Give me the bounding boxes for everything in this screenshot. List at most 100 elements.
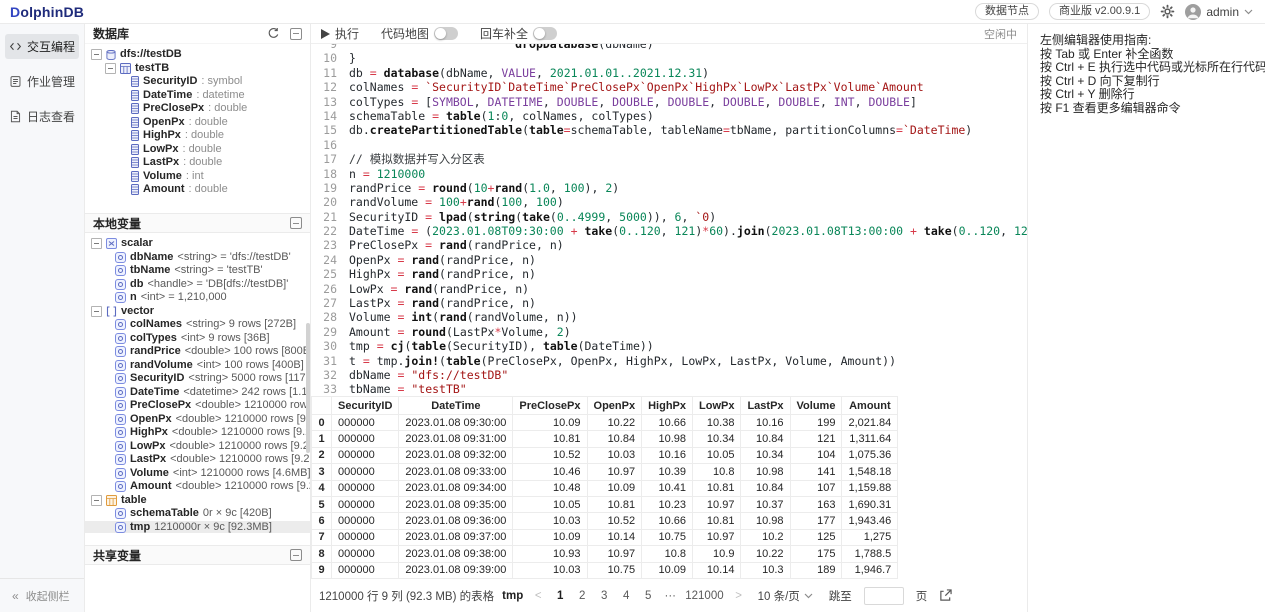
variable-item[interactable]: randPrice <double> 100 rows [800B]: [85, 345, 310, 359]
column-node[interactable]: Volume: int: [85, 170, 310, 184]
code-line[interactable]: 19 randPrice = round(10+rand(1.0, 100), 2…: [311, 181, 1027, 195]
variable-item[interactable]: randVolume <int> 100 rows [400B]: [85, 359, 310, 373]
column-header[interactable]: HighPx: [641, 396, 693, 415]
column-header[interactable]: LastPx: [740, 396, 791, 415]
variable-item[interactable]: HighPx <double> 1210000 rows [9.2MB]: [85, 426, 310, 440]
code-line[interactable]: 28 Volume = int(rand(randVolume, n)): [311, 310, 1027, 324]
autocomplete-toggle[interactable]: 回车补全: [480, 25, 558, 42]
edition-badge[interactable]: 商业版 v2.00.9.1: [1048, 3, 1151, 20]
code-line[interactable]: 26 LowPx = rand(randPrice, n): [311, 282, 1027, 296]
code-line[interactable]: 33 tbName = "testTB": [311, 382, 1027, 396]
variable-item[interactable]: dbName <string> = 'dfs://testDB': [85, 251, 310, 265]
column-header[interactable]: Volume: [789, 396, 843, 415]
table-row[interactable]: 3 000000 2023.01.08 09:33:00 10.46 10.97 10.3…: [311, 463, 899, 481]
variable-item[interactable]: LowPx <double> 1210000 rows [9.2MB]: [85, 440, 310, 454]
column-node[interactable]: SecurityID: symbol: [85, 75, 310, 89]
open-in-new-icon[interactable]: [939, 589, 952, 602]
page-size-select[interactable]: 10 条/页: [758, 588, 813, 604]
variable-section[interactable]: scalar: [85, 237, 310, 251]
table-row[interactable]: 5 000000 2023.01.08 09:35:00 10.05 10.81 10.2…: [311, 495, 899, 514]
refresh-icon[interactable]: [267, 27, 280, 40]
collapse-sidebar-button[interactable]: « 收起侧栏: [0, 578, 84, 612]
code-line[interactable]: 24 OpenPx = rand(randPrice, n): [311, 253, 1027, 267]
code-line[interactable]: 23 PreClosePx = rand(randPrice, n): [311, 238, 1027, 252]
table-row[interactable]: 0 000000 2023.01.08 09:30:00 10.09 10.22 10.6…: [311, 413, 899, 432]
jump-page-input[interactable]: [863, 586, 904, 605]
page-button-3[interactable]: 3: [597, 590, 611, 602]
code-line[interactable]: 20 randVolume = 100+rand(100, 100): [311, 195, 1027, 209]
collapse-panel-icon[interactable]: [290, 217, 302, 229]
table-row[interactable]: 9 000000 2023.01.08 09:39:00 10.03 10.75 10.0…: [311, 561, 899, 579]
nav-item-log-viewer[interactable]: 日志查看: [5, 104, 79, 129]
minimap-toggle[interactable]: 代码地图: [381, 25, 459, 42]
user-menu[interactable]: admin: [1185, 3, 1253, 20]
next-page-button[interactable]: >: [732, 590, 746, 602]
data-node-badge[interactable]: 数据节点: [974, 3, 1039, 20]
column-header[interactable]: DateTime: [398, 396, 514, 415]
collapse-node-icon[interactable]: [91, 305, 102, 317]
column-node[interactable]: PreClosePx: double: [85, 102, 310, 116]
code-line[interactable]: 30 tmp = cj(table(SecurityID), table(Date…: [311, 339, 1027, 353]
variable-item[interactable]: DateTime <datetime> 242 rows [1.1KB]: [85, 386, 310, 400]
variable-item[interactable]: SecurityID <string> 5000 rows [117.2KB]: [85, 372, 310, 386]
variable-item[interactable]: colTypes <int> 9 rows [36B]: [85, 332, 310, 346]
table-row[interactable]: 6 000000 2023.01.08 09:36:00 10.03 10.52 10.6…: [311, 512, 899, 530]
variable-item[interactable]: Amount <double> 1210000 rows [9.2MB]: [85, 480, 310, 494]
nav-item-interactive-programming[interactable]: 交互编程: [5, 34, 79, 59]
code-line[interactable]: 13 colTypes = [SYMBOL, DATETIME, DOUBLE, …: [311, 95, 1027, 109]
variable-item[interactable]: OpenPx <double> 1210000 rows [9.2MB]: [85, 413, 310, 427]
column-node[interactable]: LastPx: double: [85, 156, 310, 170]
variable-item[interactable]: db <handle> = 'DB[dfs://testDB]': [85, 278, 310, 292]
column-node[interactable]: Amount: double: [85, 183, 310, 197]
gear-icon[interactable]: [1160, 4, 1175, 19]
page-button-5[interactable]: 5: [641, 590, 655, 602]
code-line[interactable]: 27 LastPx = rand(randPrice, n): [311, 296, 1027, 310]
variable-item[interactable]: PreClosePx <double> 1210000 rows [9.2MB]: [85, 399, 310, 413]
code-line[interactable]: 9 dropDatabase(dbName): [311, 44, 1027, 51]
page-button-1[interactable]: 1: [553, 590, 567, 602]
collapse-node-icon[interactable]: [91, 238, 102, 250]
prev-page-button[interactable]: <: [531, 590, 545, 602]
nav-item-job-management[interactable]: 作业管理: [5, 69, 79, 94]
column-header[interactable]: SecurityID: [330, 396, 400, 415]
run-button[interactable]: 执行: [321, 25, 359, 42]
code-line[interactable]: 25 HighPx = rand(randPrice, n): [311, 267, 1027, 281]
column-node[interactable]: HighPx: double: [85, 129, 310, 143]
variable-item[interactable]: colNames <string> 9 rows [272B]: [85, 318, 310, 332]
variable-item[interactable]: tmp 1210000r × 9c [92.3MB]: [85, 520, 310, 533]
column-header[interactable]: PreClosePx: [512, 396, 588, 415]
collapse-panel-icon[interactable]: [290, 549, 302, 561]
column-header[interactable]: OpenPx: [586, 396, 643, 415]
code-line[interactable]: 17 // 模拟数据并写入分区表: [311, 152, 1027, 166]
code-line[interactable]: 18 n = 1210000: [311, 167, 1027, 181]
code-line[interactable]: 31 t = tmp.join!(table(PreClosePx, OpenPx…: [311, 354, 1027, 368]
collapse-panel-icon[interactable]: [290, 27, 302, 40]
variable-item[interactable]: LastPx <double> 1210000 rows [9.2MB]: [85, 453, 310, 467]
db-node[interactable]: dfs://testDB: [85, 48, 310, 62]
collapse-node-icon[interactable]: [105, 62, 116, 74]
table-node[interactable]: testTB: [85, 62, 310, 76]
collapse-node-icon[interactable]: [91, 494, 102, 506]
column-node[interactable]: LowPx: double: [85, 143, 310, 157]
variable-item[interactable]: n <int> = 1,210,000: [85, 291, 310, 305]
page-button-4[interactable]: 4: [619, 590, 633, 602]
table-row[interactable]: 2 000000 2023.01.08 09:32:00 10.52 10.03 10.1…: [311, 446, 899, 465]
column-header[interactable]: Amount: [841, 396, 899, 415]
code-line[interactable]: 15 db.createPartitionedTable(table=schema…: [311, 123, 1027, 137]
page-button-last[interactable]: 121000: [685, 590, 723, 602]
variable-item[interactable]: Volume <int> 1210000 rows [4.6MB]: [85, 467, 310, 481]
code-line[interactable]: 29 Amount = round(LastPx*Volume, 2): [311, 325, 1027, 339]
collapse-node-icon[interactable]: [91, 49, 102, 61]
table-row[interactable]: 8 000000 2023.01.08 09:38:00 10.93 10.97 10.8…: [311, 545, 899, 563]
code-editor[interactable]: 9 dropDatabase(dbName) 10} 11 db = database…: [311, 44, 1027, 396]
code-line[interactable]: 16: [311, 138, 1027, 152]
scrollbar[interactable]: [306, 323, 310, 453]
table-row[interactable]: 4 000000 2023.01.08 09:34:00 10.48 10.09 10.4…: [311, 479, 899, 497]
table-row[interactable]: 1 000000 2023.01.08 09:31:00 10.81 10.84 10.9…: [311, 430, 899, 448]
autocomplete-switch[interactable]: [533, 27, 558, 40]
variable-item[interactable]: schemaTable 0r × 9c [420B]: [85, 507, 310, 521]
page-button-2[interactable]: 2: [575, 590, 589, 602]
table-row[interactable]: 7 000000 2023.01.08 09:37:00 10.09 10.14 10.7…: [311, 528, 899, 547]
code-line[interactable]: 11 db = database(dbName, VALUE, 2021.01.0…: [311, 66, 1027, 80]
column-node[interactable]: DateTime: datetime: [85, 89, 310, 103]
